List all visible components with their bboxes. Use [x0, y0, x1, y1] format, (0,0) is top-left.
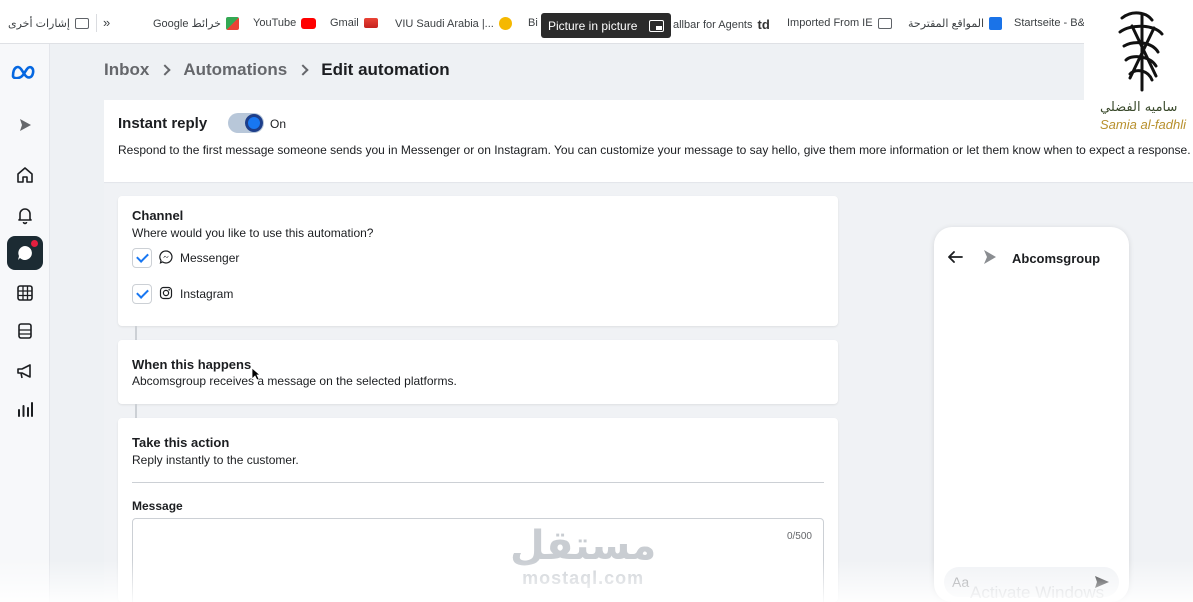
megaphone-icon[interactable] — [14, 360, 36, 382]
picture-in-picture-icon — [649, 19, 665, 32]
bookmarks-overflow-button[interactable]: » — [103, 15, 110, 30]
action-title: Take this action — [132, 435, 230, 450]
bookmark-bi[interactable]: Bi — [528, 17, 538, 29]
ads-icon[interactable] — [14, 114, 36, 136]
instant-reply-toggle[interactable] — [228, 113, 264, 133]
folder-icon — [74, 18, 89, 29]
td-icon: td — [757, 17, 770, 32]
viu-icon — [498, 17, 512, 30]
calligraphy-emblem-icon — [1118, 11, 1164, 92]
watermark-arabic: مستقل — [510, 523, 657, 569]
pip-label: Picture in picture — [548, 18, 638, 33]
home-icon[interactable] — [14, 164, 36, 186]
toggle-state-label: On — [270, 117, 287, 131]
logo-arabic-name: ساميه الفضلي — [1100, 100, 1178, 115]
page-title: Edit automation — [321, 60, 450, 79]
preview-page-name: Abcomsgroup — [1012, 251, 1101, 266]
messenger-preview: Abcomsgroup Aa — [934, 227, 1129, 602]
bookmark-label: إشارات أخرى — [8, 18, 70, 30]
bookmark-other-bookmarks[interactable]: إشارات أخرى — [8, 17, 89, 30]
messenger-checkbox[interactable] — [132, 248, 152, 268]
bookmark-label: YouTube — [253, 17, 297, 29]
message-textarea[interactable]: 0/500 — [132, 518, 824, 602]
bookmark-label: Gmail — [330, 17, 359, 29]
character-counter: 0/500 — [786, 531, 812, 542]
bell-icon[interactable] — [14, 204, 36, 226]
bookmark-google-maps[interactable]: Google خرائط — [153, 17, 239, 30]
message-label: Message — [132, 499, 183, 513]
notification-dot — [31, 240, 38, 247]
messenger-icon — [159, 249, 173, 267]
chevron-right-icon — [297, 64, 309, 76]
bookmark-label: المواقع المقترحة — [908, 18, 985, 30]
action-divider — [132, 482, 824, 483]
chevron-right-icon — [159, 64, 172, 76]
breadcrumb-inbox[interactable]: Inbox — [104, 60, 149, 80]
back-arrow-icon[interactable] — [946, 249, 964, 270]
instant-reply-header: Instant reply On Respond to the first me… — [104, 100, 1193, 183]
calligraphy-logo: ساميه الفضلي Samia al-fadhli — [1084, 0, 1193, 137]
table-icon[interactable] — [14, 282, 36, 304]
channel-card: Channel Where would you like to use this… — [118, 196, 838, 326]
flow-connector — [135, 404, 137, 418]
bookmark-imported-from-ie[interactable]: Imported From IE — [787, 17, 892, 29]
youtube-icon — [301, 17, 317, 29]
bookmark-gmail[interactable]: Gmail — [330, 17, 378, 29]
instagram-checkbox[interactable] — [132, 284, 152, 304]
bookmark-viu[interactable]: VIU Saudi Arabia |... — [395, 17, 512, 30]
bookmark-toolbar-agents[interactable]: allbar for Agents td — [673, 17, 770, 32]
picture-in-picture-tooltip[interactable]: Picture in picture — [541, 13, 671, 38]
bookmark-label: Google خرائط — [153, 18, 221, 30]
gmail-icon — [363, 18, 378, 28]
pages-icon[interactable] — [14, 320, 36, 342]
bookmark-label: VIU Saudi Arabia |... — [395, 17, 494, 30]
folder-icon — [877, 17, 892, 29]
page-avatar — [980, 247, 1000, 272]
channel-subtitle: Where would you like to use this automat… — [132, 226, 374, 240]
instant-reply-description: Respond to the first message someone sen… — [118, 143, 1191, 157]
bookmark-suggested-sites[interactable]: المواقع المقترحة — [908, 17, 1003, 30]
bookmark-youtube[interactable]: YouTube — [253, 17, 317, 29]
channel-option-instagram[interactable]: Instagram — [132, 284, 233, 304]
bing-icon — [989, 17, 1003, 30]
flow-connector — [135, 326, 137, 340]
bookmarks-separator — [96, 14, 97, 32]
mostaql-watermark: مستقل mostaql.com — [510, 524, 656, 589]
bookmark-label: Startseite - B& — [1014, 17, 1085, 29]
toggle-knob — [245, 114, 263, 132]
left-nav-rail — [0, 44, 50, 602]
trigger-title: When this happens — [132, 357, 252, 372]
option-label: Instagram — [180, 287, 234, 301]
meta-logo-icon[interactable] — [10, 60, 40, 82]
insights-icon[interactable] — [14, 398, 36, 420]
watermark-latin: mostaql.com — [522, 568, 645, 588]
instagram-icon — [159, 286, 173, 303]
logo-latin-name: Samia al-fadhli — [1100, 117, 1186, 132]
bookmark-startseite[interactable]: Startseite - B& — [1014, 17, 1085, 29]
compose-placeholder: Aa — [952, 574, 970, 590]
action-card: Take this action Reply instantly to the … — [118, 418, 838, 602]
overflow-chevron-icon: » — [103, 15, 111, 30]
option-label: Messenger — [180, 251, 240, 265]
trigger-subtitle: Abcomsgroup receives a message on the se… — [132, 374, 457, 388]
bookmarks-bar: إشارات أخرى » Google خرائط YouTube Gmail… — [0, 0, 1193, 44]
bookmark-label: allbar for Agents — [673, 18, 753, 31]
breadcrumb: Inbox Automations Edit automation — [104, 60, 450, 80]
google-maps-icon — [225, 17, 239, 30]
mouse-cursor-icon — [251, 367, 262, 386]
channel-option-messenger[interactable]: Messenger — [132, 248, 239, 268]
trigger-card: When this happens Abcomsgroup receives a… — [118, 340, 838, 404]
breadcrumb-automations[interactable]: Automations — [183, 60, 287, 80]
bookmark-label: Bi — [528, 17, 538, 29]
instant-reply-title: Instant reply — [118, 115, 208, 132]
bookmark-label: Imported From IE — [787, 17, 873, 29]
action-subtitle: Reply instantly to the customer. — [132, 453, 299, 467]
channel-title: Channel — [132, 208, 184, 223]
activate-windows-watermark: Activate Windows — [970, 583, 1105, 602]
